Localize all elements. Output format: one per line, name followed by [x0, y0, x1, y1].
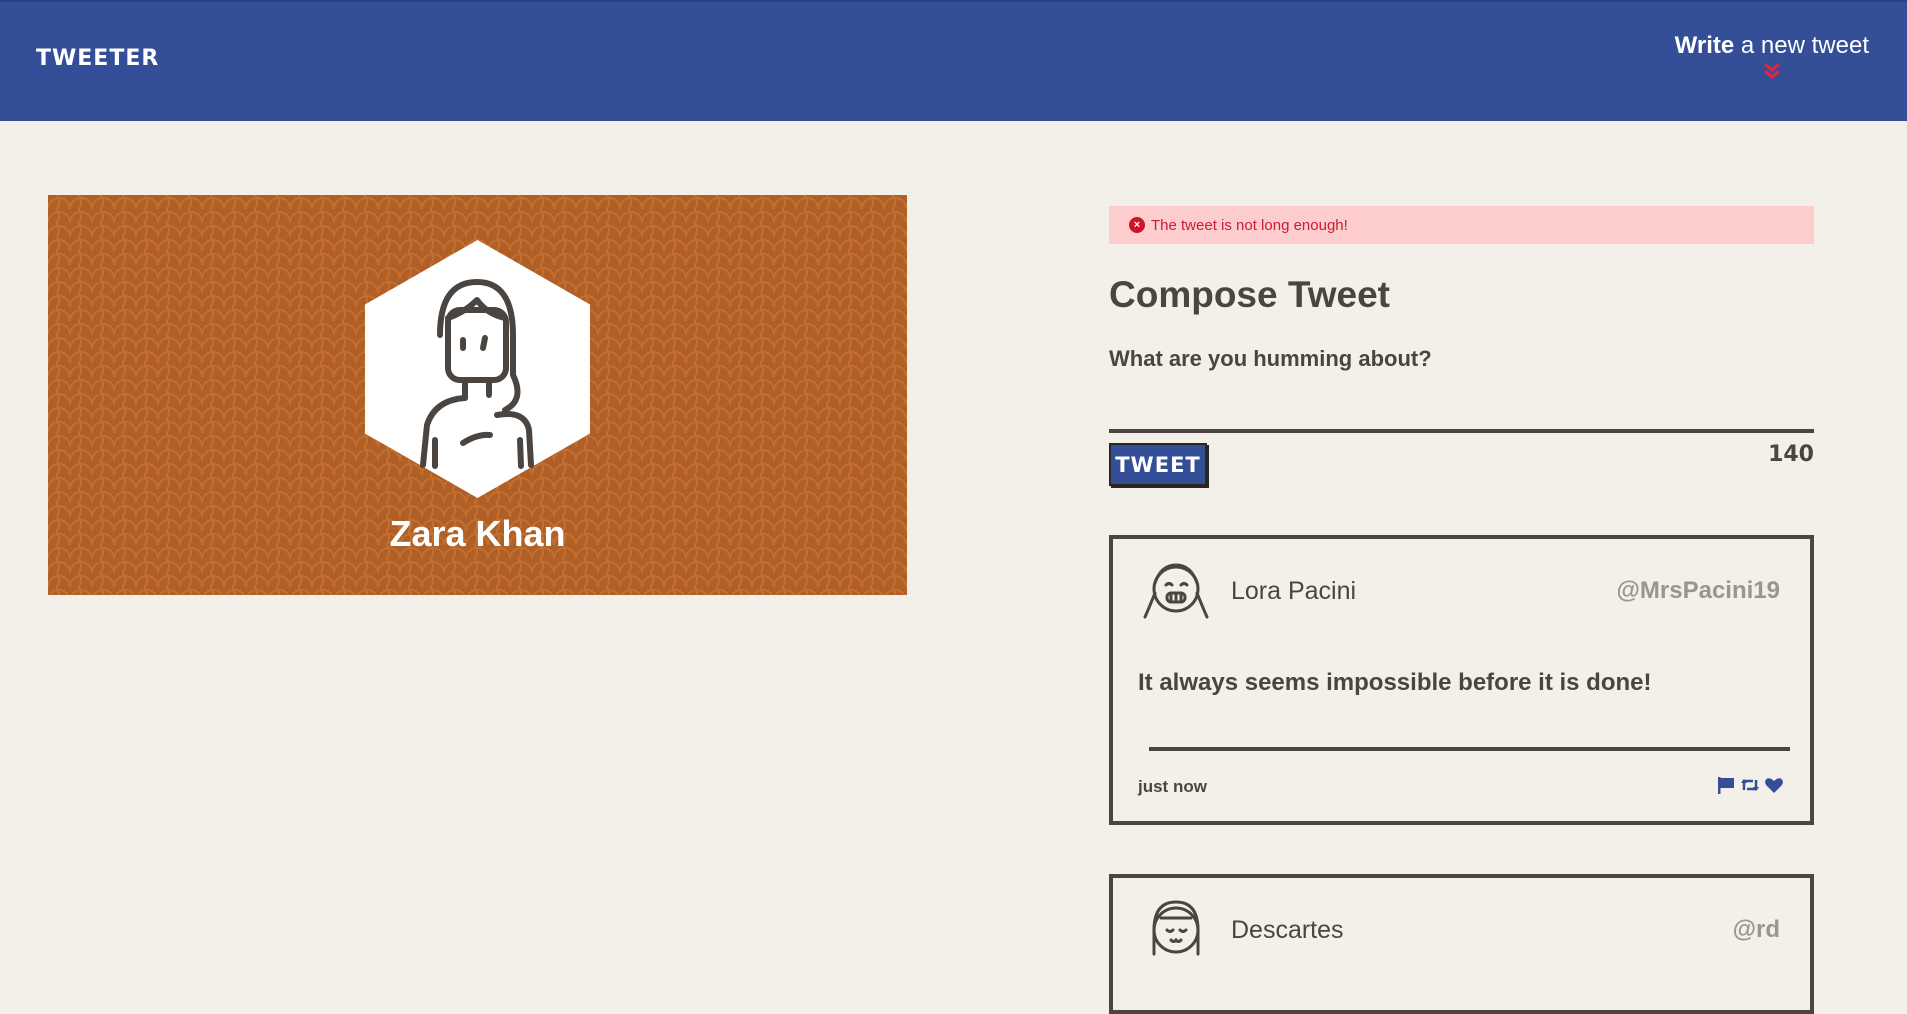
error-message: × The tweet is not long enough! [1109, 206, 1814, 244]
write-link-strong: Write [1674, 32, 1735, 59]
top-nav: TWEETER Write a new tweet [0, 0, 1907, 121]
char-counter: 140 [1768, 442, 1814, 467]
tweet-author-handle: @MrsPacini19 [1616, 577, 1780, 604]
user-avatar [1143, 563, 1209, 619]
write-link-text: a new tweet [1734, 32, 1869, 59]
tweet-author-name: Lora Pacini [1231, 577, 1357, 605]
profile-banner: Zara Khan [48, 195, 907, 595]
tweet-text: It always seems impossible before it is … [1138, 669, 1652, 696]
tweet-actions [1716, 775, 1784, 795]
error-x-icon: × [1129, 217, 1145, 233]
tweet-timestamp: just now [1138, 777, 1207, 796]
tweet-card: Descartes @rd [1109, 874, 1814, 1014]
user-avatar [1152, 900, 1200, 956]
error-text: The tweet is not long enough! [1151, 216, 1348, 234]
tweet-card: Lora Pacini @MrsPacini19 It always seems… [1109, 535, 1814, 825]
write-new-tweet-link[interactable]: Write a new tweet [1675, 32, 1869, 80]
retweet-icon[interactable] [1740, 775, 1760, 795]
tweet-text-input[interactable] [1109, 385, 1814, 433]
tweet-divider [1149, 747, 1790, 751]
compose-title: Compose Tweet [1109, 274, 1390, 315]
double-chevron-down-icon [1763, 62, 1780, 79]
compose-label: What are you humming about? [1109, 346, 1432, 371]
heart-icon[interactable] [1764, 775, 1784, 795]
tweet-author-name: Descartes [1231, 916, 1344, 944]
flag-icon[interactable] [1716, 775, 1736, 795]
tweet-author-handle: @rd [1732, 916, 1780, 943]
tweet-submit-button[interactable]: TWEET [1109, 443, 1207, 486]
brand-logo[interactable]: TWEETER [36, 46, 159, 71]
profile-avatar [365, 240, 590, 498]
profile-name: Zara Khan [389, 513, 566, 554]
